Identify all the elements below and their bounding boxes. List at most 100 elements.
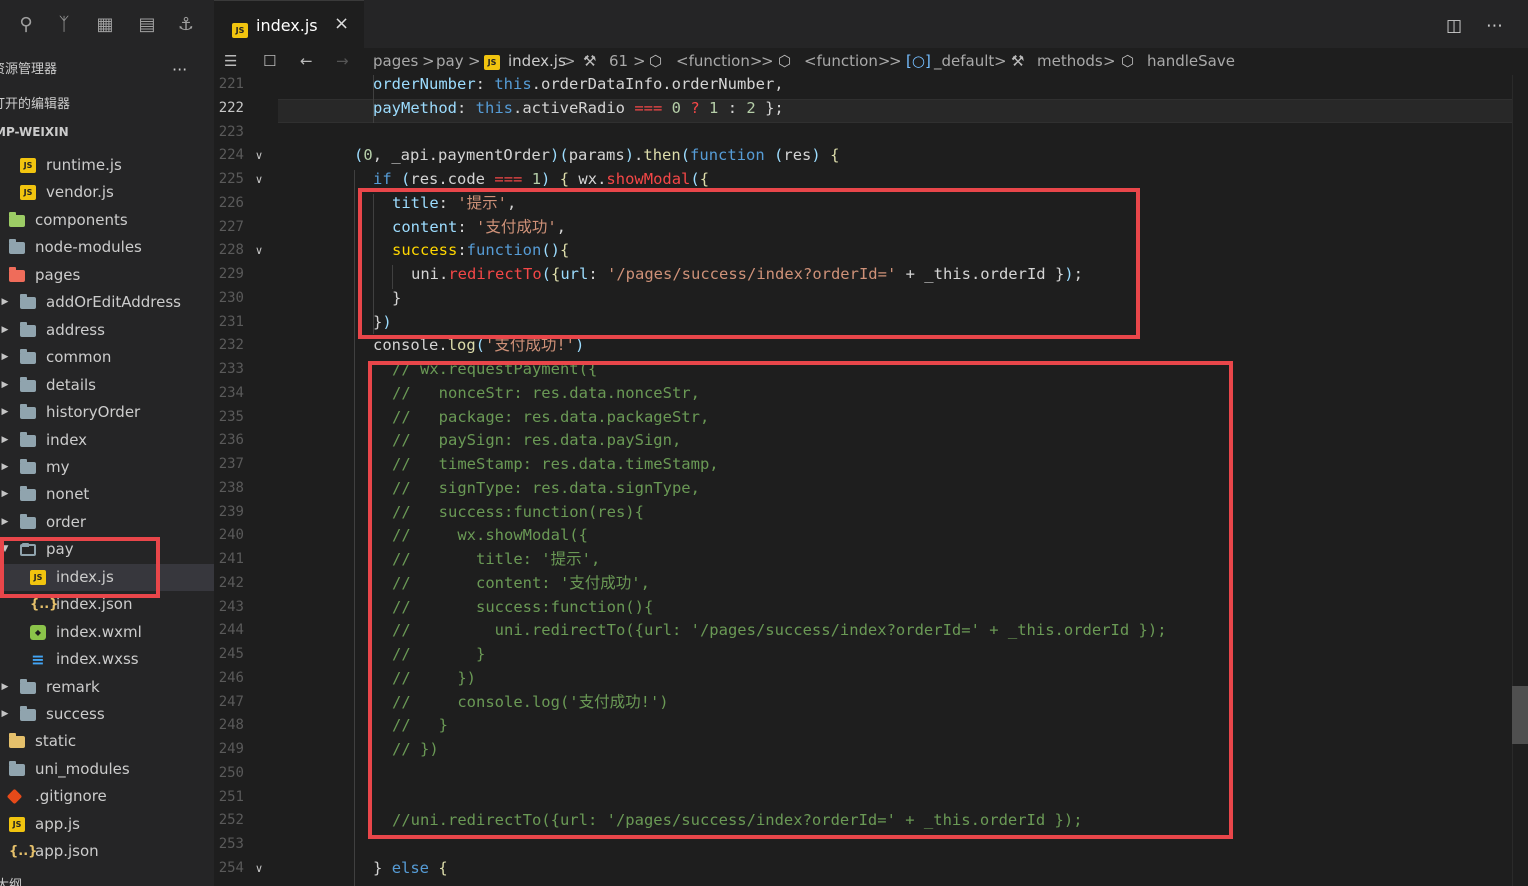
folder-icon <box>20 404 36 420</box>
chevron-right-icon[interactable]: ▶ <box>0 701 10 729</box>
tree-item[interactable]: components <box>0 207 214 235</box>
code-line[interactable]: (0, _api.paymentOrder)(params).then(func… <box>354 144 839 168</box>
chevron-right-icon[interactable]: ▶ <box>0 372 10 400</box>
line-number: 243 <box>218 598 244 615</box>
tree-item-label: runtime.js <box>46 156 122 174</box>
tree-item-label: uni_modules <box>35 759 130 778</box>
tree-item[interactable]: ▶ index <box>0 427 214 455</box>
cube-icon: ⬡ <box>778 52 792 70</box>
tree-item[interactable]: ▶ remark <box>0 674 214 702</box>
code-line[interactable]: payMethod: this.activeRadio === 0 ? 1 : … <box>373 97 784 121</box>
fold-chevron-icon[interactable]: ∨ <box>252 239 266 263</box>
tree-item[interactable]: .gitignore <box>0 783 214 811</box>
list-icon[interactable]: ☰ <box>224 48 237 75</box>
tree-item[interactable]: ▶ success <box>0 701 214 729</box>
tree-item[interactable]: {..} app.json <box>0 838 214 866</box>
tree-item[interactable]: ▶ addOrEditAddress <box>0 289 214 317</box>
tab-index-js[interactable]: JS index.js × <box>214 0 364 48</box>
chevron-right-icon[interactable]: ▶ <box>0 317 10 345</box>
tree-item[interactable]: JS vendor.js <box>0 179 214 207</box>
breadcrumb-pay[interactable]: pay <box>436 48 464 75</box>
line-number: 249 <box>218 741 244 757</box>
open-editors-section[interactable]: 打开的编辑器 <box>0 91 214 119</box>
tree-item-label: app.json <box>35 842 99 861</box>
tree-item[interactable]: ▶ nonet <box>0 481 214 509</box>
line-number: 240 <box>218 527 244 544</box>
breadcrumb-function-1[interactable]: <function> <box>676 48 762 75</box>
tree-item-label: index.wxss <box>56 650 139 669</box>
more-actions-icon[interactable]: ⋯ <box>1486 16 1503 36</box>
chevron-right-icon[interactable]: ▶ <box>0 454 10 482</box>
vertical-scrollbar[interactable] <box>1512 75 1528 886</box>
tab-label: index.js <box>256 16 318 35</box>
source-control-icon[interactable]: ᛉ <box>53 14 75 36</box>
wxml-file-icon: ◆ <box>30 624 46 640</box>
folder-green-icon <box>9 211 25 227</box>
folder-icon <box>20 321 36 337</box>
breadcrumb-file[interactable]: index.js <box>508 48 566 75</box>
wrench-icon: ⚒ <box>583 52 597 70</box>
forward-icon[interactable]: → <box>336 48 349 75</box>
tree-item-label: addOrEditAddress <box>46 293 181 312</box>
chevron-right-icon[interactable]: ▶ <box>0 427 10 455</box>
tree-item[interactable]: ▶ address <box>0 317 214 345</box>
chevron-right-icon[interactable]: ▶ <box>0 289 10 317</box>
tree-item[interactable]: ▶ my <box>0 454 214 482</box>
breadcrumb-methods[interactable]: methods <box>1037 48 1103 75</box>
tree-item[interactable]: ▶ historyOrder <box>0 399 214 427</box>
scrollbar-thumb[interactable] <box>1512 686 1528 744</box>
breadcrumb-handler[interactable]: handleSave <box>1147 48 1235 75</box>
tree-item-label: vendor.js <box>46 183 114 202</box>
extensions-icon[interactable]: ▦ <box>94 14 116 36</box>
back-icon[interactable]: ← <box>300 48 313 75</box>
fold-chevron-icon[interactable]: ∨ <box>252 857 266 881</box>
tree-item[interactable]: ◆ index.wxml <box>0 619 214 647</box>
chevron-right-icon[interactable]: ▶ <box>0 509 10 537</box>
js-file-icon: JS <box>20 185 36 201</box>
project-label: MP-WEIXIN <box>0 125 69 139</box>
tree-item[interactable]: uni_modules <box>0 756 214 784</box>
tree-item[interactable]: ≡ index.wxss <box>0 646 214 674</box>
code-line[interactable]: } else { <box>373 857 448 881</box>
line-number: 244 <box>218 622 244 639</box>
line-number: 222 <box>218 99 244 116</box>
breadcrumb-function-2[interactable]: <function> <box>804 48 890 75</box>
tree-item[interactable]: node-modules <box>0 234 214 262</box>
breadcrumb-pages[interactable]: pages <box>373 48 418 75</box>
project-section[interactable]: MP-WEIXIN <box>0 118 214 146</box>
tree-item[interactable]: pages <box>0 262 214 290</box>
code-line[interactable]: orderNumber: this.orderDataInfo.orderNum… <box>373 75 784 97</box>
outline-section[interactable]: 大纲 <box>0 872 214 886</box>
breadcrumb: ☰ ☐ ← → pages > pay > JS index.js > ⚒ 61… <box>214 48 1528 75</box>
chevron-right-icon[interactable]: ▶ <box>0 674 10 702</box>
breadcrumb-default[interactable]: _default <box>934 48 994 75</box>
fold-chevron-icon[interactable]: ∨ <box>252 144 266 168</box>
folder-icon <box>20 294 36 310</box>
tree-item[interactable]: ▶ common <box>0 344 214 372</box>
tree-item[interactable]: ▶ order <box>0 509 214 537</box>
tree-item[interactable]: ▶ details <box>0 372 214 400</box>
breadcrumb-separator: > <box>889 52 902 70</box>
more-actions-button[interactable]: ··· <box>172 56 187 84</box>
line-number: 221 <box>218 76 244 92</box>
close-tab-button[interactable]: × <box>334 13 349 34</box>
chevron-right-icon[interactable]: ▶ <box>0 481 10 509</box>
tree-item-label: pages <box>35 265 81 284</box>
search-icon[interactable]: ⚲ <box>15 14 37 36</box>
split-editor-icon[interactable]: ◫ <box>1446 16 1462 36</box>
files-icon[interactable]: ▤ <box>136 14 158 36</box>
tree-item[interactable]: JS app.js <box>0 811 214 839</box>
fold-chevron-icon[interactable]: ∨ <box>252 168 266 192</box>
json-file-icon: {..} <box>9 844 38 860</box>
docker-icon[interactable]: ⚓ <box>175 14 197 36</box>
breadcrumb-line[interactable]: 61 <box>609 48 628 75</box>
tree-item[interactable]: JS runtime.js <box>0 152 214 180</box>
line-number: 239 <box>218 503 244 520</box>
breadcrumb-separator: > <box>994 52 1007 70</box>
chevron-right-icon[interactable]: ▶ <box>0 344 10 372</box>
json-file-icon: {..} <box>30 597 59 613</box>
tree-item[interactable]: static <box>0 728 214 756</box>
bookmark-icon[interactable]: ☐ <box>263 48 276 75</box>
chevron-right-icon[interactable]: ▶ <box>0 399 10 427</box>
tree-item-label: nonet <box>46 485 90 504</box>
